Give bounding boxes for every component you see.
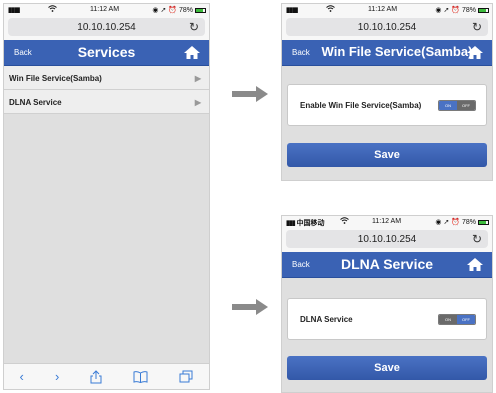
url-field[interactable]: 10.10.10.254 bbox=[286, 18, 488, 36]
toggle-off[interactable]: OFF bbox=[457, 315, 475, 324]
save-button[interactable]: Save bbox=[287, 143, 487, 167]
url-field[interactable]: 10.10.10.254 bbox=[8, 18, 205, 36]
status-icons: ◉ ➚ ⏰ bbox=[435, 7, 460, 14]
setting-card: DLNA Service ON OFF bbox=[287, 298, 487, 340]
toggle-on[interactable]: ON bbox=[439, 101, 457, 110]
status-icons: ◉ ➚ ⏰ bbox=[435, 219, 460, 226]
signal-icon: ▮▮▮▮ bbox=[286, 7, 298, 14]
signal-icon: ▮▮▮ bbox=[286, 220, 296, 227]
bookmarks-icon[interactable] bbox=[133, 370, 148, 383]
list-item-label: DLNA Service bbox=[9, 98, 62, 107]
toggle-off[interactable]: OFF bbox=[457, 101, 475, 110]
services-list: Win File Service(Samba) ▶ DLNA Service ▶ bbox=[4, 66, 209, 365]
samba-toggle[interactable]: ON OFF bbox=[438, 100, 476, 111]
reload-icon[interactable]: ↻ bbox=[472, 20, 482, 34]
address-bar[interactable]: 10.10.10.254 ↻ bbox=[282, 16, 492, 40]
arrow-right-icon bbox=[232, 299, 268, 315]
chevron-right-icon: ▶ bbox=[194, 74, 201, 83]
wifi-icon bbox=[340, 217, 349, 226]
chevron-right-icon: ▶ bbox=[194, 98, 201, 107]
home-icon[interactable] bbox=[183, 45, 201, 60]
browser-toolbar: ‹ › bbox=[4, 363, 209, 389]
status-bar: ▮▮▮▮ 11:12 AM ◉ ➚ ⏰ 78% bbox=[4, 4, 209, 16]
carrier-name: 中国移动 bbox=[296, 220, 325, 227]
status-icons: ◉ ➚ ⏰ bbox=[152, 7, 177, 14]
battery-icon bbox=[478, 7, 489, 13]
battery-percent: 78% bbox=[461, 218, 476, 226]
battery-percent: 78% bbox=[461, 6, 476, 14]
header-bar: Back Win File Service(Samba) bbox=[282, 40, 492, 66]
list-item-label: Win File Service(Samba) bbox=[9, 74, 102, 83]
arrow-right-icon bbox=[232, 86, 268, 102]
dlna-settings-screen: ▮▮▮ 中国移动 11:12 AM ◉ ➚ ⏰ 78% 10.10.10.254… bbox=[281, 215, 493, 393]
carrier-label: ▮▮▮ 中国移动 bbox=[286, 218, 325, 228]
battery-icon bbox=[195, 7, 206, 13]
page-title: DLNA Service bbox=[340, 256, 434, 272]
forward-arrow-icon[interactable]: › bbox=[55, 369, 59, 384]
reload-icon[interactable]: ↻ bbox=[472, 232, 482, 246]
list-item-samba[interactable]: Win File Service(Samba) ▶ bbox=[4, 66, 209, 90]
settings-content: Enable Win File Service(Samba) ON OFF Sa… bbox=[282, 66, 492, 180]
status-bar: ▮▮▮▮ 11:12 AM ◉ ➚ ⏰ 78% bbox=[282, 4, 492, 16]
battery-icon bbox=[478, 219, 489, 225]
setting-card: Enable Win File Service(Samba) ON OFF bbox=[287, 84, 487, 126]
settings-content: DLNA Service ON OFF Save bbox=[282, 278, 492, 392]
home-icon[interactable] bbox=[466, 257, 484, 272]
share-icon[interactable] bbox=[90, 369, 102, 384]
back-arrow-icon[interactable]: ‹ bbox=[20, 369, 24, 384]
toggle-on[interactable]: ON bbox=[439, 315, 457, 324]
battery-percent: 78% bbox=[178, 6, 193, 14]
address-bar[interactable]: 10.10.10.254 ↻ bbox=[4, 16, 209, 40]
wifi-icon bbox=[326, 5, 335, 14]
status-time: 11:12 AM bbox=[90, 6, 120, 13]
signal-icon: ▮▮▮▮ bbox=[8, 7, 20, 14]
header-bar: Back Services bbox=[4, 40, 209, 66]
url-field[interactable]: 10.10.10.254 bbox=[286, 230, 488, 248]
page-title: Win File Service(Samba) bbox=[321, 44, 473, 59]
address-bar[interactable]: 10.10.10.254 ↻ bbox=[282, 228, 492, 252]
dlna-toggle[interactable]: ON OFF bbox=[438, 314, 476, 325]
list-item-dlna[interactable]: DLNA Service ▶ bbox=[4, 90, 209, 114]
setting-label: DLNA Service bbox=[300, 315, 353, 324]
reload-icon[interactable]: ↻ bbox=[189, 20, 199, 34]
wifi-icon bbox=[48, 5, 57, 14]
left-phone-screen: ▮▮▮▮ 11:12 AM ◉ ➚ ⏰ 78% 10.10.10.254 ↻ B… bbox=[3, 3, 210, 390]
status-time: 11:12 AM bbox=[372, 218, 402, 225]
tabs-icon[interactable] bbox=[179, 370, 193, 383]
page-title: Services bbox=[77, 44, 136, 60]
status-time: 11:12 AM bbox=[368, 6, 398, 13]
setting-label: Enable Win File Service(Samba) bbox=[300, 101, 422, 110]
samba-settings-screen: ▮▮▮▮ 11:12 AM ◉ ➚ ⏰ 78% 10.10.10.254 ↻ B… bbox=[281, 3, 493, 181]
status-bar: ▮▮▮ 中国移动 11:12 AM ◉ ➚ ⏰ 78% bbox=[282, 216, 492, 228]
home-icon[interactable] bbox=[466, 45, 484, 60]
header-bar: Back DLNA Service bbox=[282, 252, 492, 278]
save-button[interactable]: Save bbox=[287, 356, 487, 380]
